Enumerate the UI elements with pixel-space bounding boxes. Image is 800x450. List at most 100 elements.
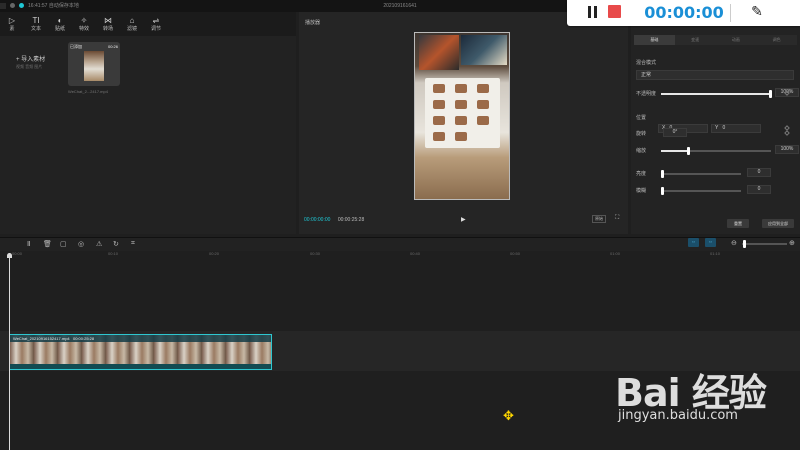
blend-mode-select[interactable]: 正常: [636, 70, 794, 80]
media-thumbnail[interactable]: 已添加 00:26: [68, 42, 120, 86]
stop-icon[interactable]: [608, 5, 621, 18]
tool-label: 调节: [150, 26, 161, 32]
mirror-icon[interactable]: ⚠: [96, 240, 102, 248]
tick-label: 01:00: [610, 251, 621, 256]
tool-text[interactable]: TI 文本: [24, 12, 48, 36]
rotate-value[interactable]: 0°: [663, 128, 687, 137]
pause-icon[interactable]: [587, 5, 599, 19]
video-content: [433, 100, 445, 109]
tool-label: 素: [9, 26, 15, 32]
transition-icon: ⋈: [104, 16, 112, 25]
clip-waveform: [10, 364, 271, 369]
video-content: [433, 84, 445, 93]
reverse-icon[interactable]: ◎: [78, 240, 84, 248]
position-label: 位置: [636, 115, 647, 121]
timeline-ruler[interactable]: [0, 251, 800, 261]
video-content: [477, 116, 489, 125]
tool-transition[interactable]: ⋈ 转场: [96, 12, 120, 36]
fullscreen-icon[interactable]: ⛶: [615, 215, 619, 222]
rotate-icon[interactable]: ↻: [113, 240, 119, 248]
tab-color[interactable]: 调色: [756, 35, 797, 45]
zoom-out-icon[interactable]: ⊖: [731, 239, 737, 247]
y-value: 0: [722, 125, 726, 131]
brightness-value[interactable]: 0: [747, 168, 771, 177]
tool-filter[interactable]: ⌂ 滤镜: [120, 12, 144, 36]
adjust-icon: ⇌: [152, 16, 160, 25]
tool-media[interactable]: ▷ 素: [0, 12, 24, 36]
blur-slider[interactable]: [661, 187, 741, 195]
media-toolbar: ▷ 素 TI 文本 ◐ 贴纸 ✧ 特效 ⋈ 转场 ⌂ 滤镜 ⇌ 调节: [0, 12, 296, 36]
keyframe-icon[interactable]: [784, 130, 790, 136]
tool-label: 文本: [30, 26, 41, 32]
video-content: [433, 132, 445, 141]
play-button[interactable]: ▶: [461, 216, 466, 223]
baidu-watermark-url: jingyan.baidu.com: [618, 408, 738, 423]
video-content: [455, 100, 467, 109]
opacity-slider[interactable]: [661, 90, 772, 98]
tab-animation[interactable]: 动画: [716, 35, 757, 45]
brightness-label: 亮度: [636, 171, 647, 177]
player-title: 播放器: [305, 20, 321, 26]
slider-knob[interactable]: [661, 170, 664, 178]
split-icon[interactable]: Ⅱ: [27, 240, 30, 248]
zoom-in-icon[interactable]: ⊕: [789, 239, 795, 247]
video-content: [455, 132, 467, 141]
zoom-slider[interactable]: [742, 240, 787, 248]
scale-value[interactable]: 100%: [775, 145, 799, 154]
link-icon[interactable]: ⇔: [705, 238, 716, 247]
slider-knob[interactable]: [686, 147, 690, 155]
tool-label: 转场: [102, 26, 113, 32]
position-y-field[interactable]: Y 0: [711, 124, 761, 133]
tick-label: 00:00: [12, 251, 23, 256]
import-sub-label: 视频 音频 图片: [16, 64, 43, 69]
tab-basic[interactable]: 基础: [634, 35, 675, 45]
opacity-label: 不透明度: [636, 91, 657, 97]
property-tabs: 基础 变速 动画 调色: [634, 35, 797, 45]
video-preview[interactable]: [414, 32, 510, 200]
effects-icon: ✧: [80, 16, 88, 25]
reset-button[interactable]: 重置: [727, 219, 749, 228]
video-content: [477, 84, 489, 93]
apply-all-button[interactable]: 应用到全部: [762, 219, 794, 228]
timeline-toolbar: [0, 237, 800, 251]
video-clip[interactable]: WeChat_20210916152417.mp4 00:00:25:28: [9, 334, 272, 370]
blend-mode-label: 混合模式: [636, 60, 657, 66]
video-content: [433, 116, 445, 125]
tool-adjust[interactable]: ⇌ 调节: [144, 12, 168, 36]
blur-value[interactable]: 0: [747, 185, 771, 194]
tick-label: 00:50: [510, 251, 521, 256]
tool-effects[interactable]: ✧ 特效: [72, 12, 96, 36]
text-icon: TI: [32, 16, 40, 25]
media-icon: ▷: [8, 16, 16, 25]
video-content: [461, 35, 507, 65]
thumbnail-filename: WeChat_2...2417.mp4: [68, 89, 108, 94]
rotate-label: 旋转: [636, 131, 647, 137]
tab-speed[interactable]: 变速: [675, 35, 716, 45]
pen-icon[interactable]: ✎: [748, 3, 766, 21]
thumbnail-added-badge: 已添加: [70, 44, 82, 49]
properties-panel: 基础 变速 动画 调色 混合模式 正常 不透明度 100% 位置 X 0 Y 0…: [631, 12, 800, 234]
player-panel: 播放器 00:00:00:00 00:00:25:28 ▶ 原始 ⛶: [299, 12, 628, 234]
tick-label: 01:10: [710, 251, 721, 256]
scale-label: 缩放: [636, 148, 647, 154]
tick-label: 00:40: [410, 251, 421, 256]
crop-icon[interactable]: ⌗: [131, 240, 135, 248]
slider-knob[interactable]: [743, 240, 746, 248]
freeze-icon[interactable]: ▢: [60, 240, 67, 248]
sticker-icon: ◐: [57, 16, 63, 25]
clip-header: WeChat_20210916152417.mp4 00:00:25:28: [10, 335, 271, 342]
brightness-slider[interactable]: [661, 170, 741, 178]
ratio-button[interactable]: 原始: [592, 215, 606, 223]
slider-knob[interactable]: [769, 90, 772, 98]
import-media-button[interactable]: + 导入素材: [16, 54, 45, 63]
tick-label: 00:30: [310, 251, 321, 256]
thumbnail-duration: 00:26: [107, 44, 118, 49]
delete-icon[interactable]: 🗑: [43, 240, 52, 248]
slider-knob[interactable]: [661, 187, 664, 195]
video-content: [455, 84, 467, 93]
tool-sticker[interactable]: ◐ 贴纸: [48, 12, 72, 36]
snap-icon[interactable]: ⇔: [688, 238, 699, 247]
playhead[interactable]: [9, 253, 10, 450]
scale-slider[interactable]: [661, 147, 771, 155]
clip-duration: 00:00:25:28: [72, 336, 95, 341]
